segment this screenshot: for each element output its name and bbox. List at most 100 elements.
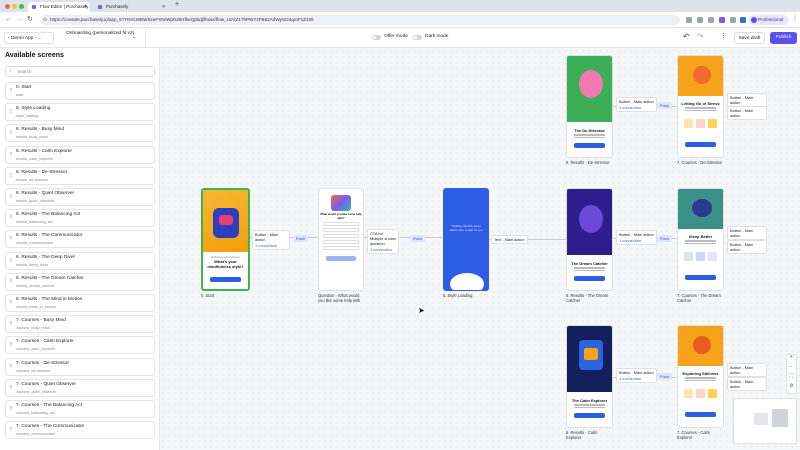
push-badge[interactable]: Push — [657, 235, 672, 242]
screen-list-item[interactable]: ⠿ 6. Results - The Mind in Motion results_… — [5, 294, 155, 312]
screen-list-item[interactable]: ⠿ 6. Results - The Dream Catcher results_d… — [5, 272, 155, 291]
close-tab-icon[interactable]: × — [84, 2, 87, 12]
screen-card-results-dream-catcher[interactable]: The Dream Catcher — [566, 188, 613, 291]
action-node[interactable]: Button - Main action — [727, 377, 767, 391]
browser-tab-purchasely[interactable]: Purchasely × — [94, 2, 168, 12]
action-node[interactable]: Button - Main action 1 connection — [616, 368, 657, 383]
action-node[interactable]: Button - Main action — [727, 226, 767, 240]
screen-card-style-loading[interactable]: Thinking carefully about what's next, a … — [443, 188, 489, 291]
zoom-out-button[interactable]: − — [788, 364, 795, 370]
reload-icon[interactable]: ↻ — [27, 15, 33, 25]
new-tab-button[interactable]: + — [175, 1, 179, 8]
extension-icon[interactable] — [708, 17, 714, 23]
screen-list-item[interactable]: ⠿ 6. Results - The Communicator results_co… — [5, 230, 155, 249]
browser-tab-flow-editor[interactable]: Flow Editor | Purchasely × — [28, 2, 90, 12]
minimize-window-icon[interactable] — [12, 4, 17, 9]
push-badge[interactable]: Push — [293, 235, 308, 242]
sidebar-toggle-icon[interactable] — [740, 17, 746, 23]
dark-mode-toggle[interactable] — [413, 35, 422, 40]
action-node[interactable]: Button - Main action 1 connection — [616, 97, 657, 112]
screen-card-start[interactable]: Welcome to Headspace What's your mindful… — [201, 188, 250, 291]
screen-card-results-de-stressor[interactable]: The De-Stressor — [566, 55, 613, 158]
screen-list-item[interactable]: ⠿ 6. Results - De-Stressor results_de-stre… — [5, 166, 155, 185]
undo-icon[interactable]: ↶ — [683, 32, 690, 41]
offer-mode-toggle[interactable] — [372, 35, 381, 40]
drag-handle-icon[interactable]: ⠿ — [9, 428, 13, 433]
search-input[interactable]: ⌕ Search — [5, 66, 155, 77]
fit-view-button[interactable]: ⛶ — [788, 373, 795, 379]
action-node[interactable]: Button - Main action — [727, 240, 767, 254]
drag-handle-icon[interactable]: ⠿ — [9, 131, 13, 136]
action-node[interactable]: Button - Main action — [727, 363, 767, 377]
zoom-in-button[interactable]: + — [788, 354, 795, 360]
drag-handle-icon[interactable]: ⠿ — [9, 343, 13, 348]
screen-card-question[interactable]: What would you like some help with? — [318, 188, 364, 291]
screen-card-courses-de-stressor[interactable]: Letting Go of Stress — [677, 55, 724, 158]
drag-handle-icon[interactable]: ⠿ — [9, 385, 13, 391]
push-badge[interactable]: Push — [410, 235, 425, 242]
screen-list-item[interactable]: ⠿ 7. Courses - Quiet Observer courses_quie… — [5, 378, 155, 397]
screen-card-courses-calm-explorer[interactable]: Exploring Stillness — [677, 325, 724, 428]
publish-button[interactable]: Publish — [770, 32, 797, 44]
action-node[interactable]: Text - Main action — [491, 235, 528, 244]
puzzle-icon[interactable] — [730, 17, 736, 23]
screen-list-item[interactable]: ⠿ 7. Courses - Busy Mind courses_busy_mind — [5, 315, 155, 334]
profile-button[interactable]: Professional — [749, 15, 789, 25]
action-node[interactable]: Button - Main action — [727, 106, 767, 120]
action-node[interactable]: Button - Main action 1 connection — [252, 230, 290, 250]
minimap[interactable] — [733, 398, 797, 444]
screen-list-item[interactable]: ⠿ 6. Results - Calm Explorer results_calm_… — [5, 145, 155, 164]
save-draft-button[interactable]: Save draft — [734, 32, 765, 44]
screen-card-courses-dream-catcher[interactable]: Sleep Better — [677, 188, 724, 291]
close-window-icon[interactable] — [5, 4, 10, 9]
screen-list-item[interactable]: ⠿ 7. Courses - De-Stressor courses_de-stre… — [5, 357, 155, 376]
screen-title: What's your mindfulness style? — [207, 259, 244, 269]
screen-list-item[interactable]: ⠿ 7. Courses - Calm Explorer courses_calm_… — [5, 336, 155, 355]
drag-handle-icon[interactable]: ⠿ — [9, 89, 13, 94]
action-node[interactable]: Button - Main action 1 connection — [616, 230, 657, 245]
drag-handle-icon[interactable]: ⠿ — [9, 279, 13, 285]
redo-icon[interactable]: ↷ — [697, 32, 704, 41]
screen-list-item[interactable]: ⠿ 6. Results - Busy Mind results_busy_mind — [5, 124, 155, 143]
back-to-app-button[interactable]: ‹ Demo App - ... — [4, 32, 54, 44]
address-bar[interactable]: ⊙ https://console.purchasely.io/app_5?YN… — [40, 15, 680, 25]
screen-list-item[interactable]: ⠿ 7. Courses - The Communicator courses_co… — [5, 421, 155, 440]
drag-handle-icon[interactable]: ⠿ — [9, 322, 13, 327]
forward-arrow-icon[interactable]: → — [16, 15, 23, 25]
screen-list-item[interactable]: ⠿ 5. Style Loading style_loading — [5, 103, 155, 122]
drag-handle-icon[interactable]: ⠿ — [9, 407, 13, 412]
star-icon[interactable] — [697, 17, 703, 23]
site-info-icon[interactable]: ⊙ — [43, 15, 47, 25]
screen-item-slug: courses_balancing_act — [16, 411, 55, 415]
screen-card-results-calm-explorer[interactable]: The Calm Explorer — [566, 325, 613, 428]
push-badge[interactable]: Push — [657, 102, 672, 109]
action-node[interactable]: CTA for Multiple choice question 1 conne… — [367, 229, 399, 254]
flow-name-dropdown[interactable]: Onboarding (personalized fit v2) ⌄ — [66, 31, 136, 40]
back-arrow-icon[interactable]: ← — [5, 15, 12, 25]
browser-menu-icon[interactable]: ⋮ — [792, 15, 798, 22]
drag-handle-icon[interactable]: ⠿ — [9, 173, 13, 179]
translate-icon[interactable] — [686, 17, 692, 23]
drag-handle-icon[interactable]: ⠿ — [9, 364, 13, 370]
drag-handle-icon[interactable]: ⠿ — [9, 258, 13, 264]
screen-list-item[interactable]: ⠿ 7. Courses - The Balancing Act courses_b… — [5, 400, 155, 418]
maximize-window-icon[interactable] — [19, 4, 24, 9]
drag-handle-icon[interactable]: ⠿ — [9, 110, 13, 115]
screen-title: Sleep Better — [688, 234, 713, 239]
screen-list-item[interactable]: ⠿ 0. Start start — [5, 82, 155, 100]
action-node[interactable]: Button - Main action — [727, 93, 767, 107]
drag-handle-icon[interactable]: ⠿ — [9, 152, 13, 158]
screen-item-name: 7. Courses - De-Stressor — [16, 360, 70, 366]
screen-list-item[interactable]: ⠿ 6. Results - The Balancing Act results_b… — [5, 209, 155, 228]
extension-icon[interactable] — [719, 17, 725, 23]
screen-list-item[interactable]: ⠿ 6. Results - Quiet Observer results_quie… — [5, 188, 155, 206]
screen-list-item[interactable]: ⠿ 6. Results - The Deep Diver results_deep… — [5, 251, 155, 270]
canvas-settings-button[interactable]: ⚙ — [788, 383, 795, 389]
push-badge[interactable]: Push — [657, 373, 672, 380]
drag-handle-icon[interactable]: ⠿ — [9, 216, 13, 221]
drag-handle-icon[interactable]: ⠿ — [9, 195, 13, 200]
more-options-icon[interactable]: ⋮ — [720, 32, 727, 40]
close-tab-icon[interactable]: × — [162, 2, 165, 12]
drag-handle-icon[interactable]: ⠿ — [9, 237, 13, 242]
drag-handle-icon[interactable]: ⠿ — [9, 301, 13, 306]
